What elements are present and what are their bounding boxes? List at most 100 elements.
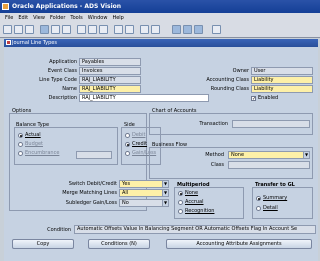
radio-selected-icon <box>18 132 23 138</box>
paste-icon[interactable] <box>99 25 108 34</box>
multiperiod-accrual-radio[interactable]: Accrual <box>178 199 204 205</box>
radio-icon <box>18 150 23 156</box>
event-class-field[interactable]: Invoices <box>79 67 141 75</box>
copy-button[interactable]: Copy <box>12 239 74 249</box>
menu-view[interactable]: View <box>33 15 45 21</box>
switch-debit-credit-select[interactable]: Yes ▼ <box>119 180 169 188</box>
menu-edit[interactable]: Edit <box>18 15 28 21</box>
side-credit-label: Credit <box>132 141 148 147</box>
multiperiod-none-label: None <box>185 190 199 196</box>
menu-bar: File Edit View Folder Tools Window Help <box>0 13 320 22</box>
enabled-checkbox[interactable]: ✓ Enabled <box>251 95 278 101</box>
subledger-gain-loss-label: Subledger Gain/Loss <box>65 200 117 206</box>
menu-window[interactable]: Window <box>88 15 108 21</box>
chevron-down-icon[interactable]: ▼ <box>162 190 168 196</box>
zoom-icon[interactable] <box>151 25 160 34</box>
encumbrance-type-field[interactable] <box>76 151 112 159</box>
radio-icon <box>125 132 130 138</box>
print-icon[interactable] <box>51 25 60 34</box>
rounding-class-field[interactable]: Liability <box>251 85 313 93</box>
enabled-label: Enabled <box>258 95 279 101</box>
balance-budget-radio[interactable]: Budget <box>18 141 43 147</box>
chevron-down-icon[interactable]: ▼ <box>162 181 168 187</box>
delete-record-icon[interactable] <box>125 25 134 34</box>
owner-label: Owner <box>232 68 249 74</box>
balance-budget-label: Budget <box>25 141 43 147</box>
radio-icon <box>178 208 183 214</box>
balance-actual-radio[interactable]: Actual <box>18 132 41 138</box>
close-form-icon[interactable] <box>62 25 71 34</box>
accounting-class-label: Accounting Class <box>206 77 249 83</box>
subledger-gain-loss-value: No <box>122 200 129 206</box>
transfer-detail-label: Detail <box>263 205 278 211</box>
conditions-button[interactable]: Conditions (N) <box>88 239 150 249</box>
navigator-icon[interactable] <box>25 25 34 34</box>
condition-field[interactable]: Automatic Offsets Value In Balancing Seg… <box>74 225 316 234</box>
copy-icon[interactable] <box>88 25 97 34</box>
merge-matching-lines-value: All <box>122 190 129 196</box>
accounting-attribute-assignments-button[interactable]: Accounting Attribute Assignments <box>166 239 312 249</box>
description-field[interactable]: RAJ_LIABILITY <box>79 94 209 102</box>
line-type-code-label: Line Type Code <box>39 77 77 83</box>
menu-folder[interactable]: Folder <box>50 15 65 21</box>
side-credit-radio[interactable]: Credit <box>125 141 147 147</box>
balance-encumbrance-label: Encumbrance <box>25 150 60 156</box>
checkmark-icon: ✓ <box>251 95 257 102</box>
merge-matching-lines-label: Merge Matching Lines <box>62 190 117 196</box>
form-icon <box>6 40 11 45</box>
transaction-field[interactable] <box>232 120 310 128</box>
multiperiod-none-radio[interactable]: None <box>178 190 198 196</box>
menu-file[interactable]: File <box>5 15 13 21</box>
application-field[interactable]: Payables <box>79 58 141 66</box>
side-debit-radio[interactable]: Debit <box>125 132 145 138</box>
radio-icon <box>256 205 261 211</box>
condition-label: Condition <box>47 227 71 233</box>
switch-debit-credit-value: Yes <box>122 181 131 187</box>
business-flow-class-field[interactable] <box>228 161 310 169</box>
owner-field[interactable]: User <box>251 67 313 75</box>
translations-icon[interactable] <box>172 25 181 34</box>
find-icon[interactable] <box>14 25 23 34</box>
balance-encumbrance-radio[interactable]: Encumbrance <box>18 150 59 156</box>
radio-icon <box>125 150 130 156</box>
cut-icon[interactable] <box>77 25 86 34</box>
form-titlebar: Journal Line Types <box>4 39 318 47</box>
name-field[interactable]: RAJ_LIABILITY <box>79 85 141 93</box>
radio-selected-icon <box>256 195 261 201</box>
radio-icon <box>178 199 183 205</box>
new-icon[interactable] <box>3 25 12 34</box>
event-class-label: Event Class <box>47 68 77 74</box>
application-label: Application <box>49 59 77 65</box>
name-label: Name <box>62 86 77 92</box>
help-icon[interactable] <box>212 25 221 34</box>
chevron-down-icon[interactable]: ▼ <box>303 152 309 158</box>
clear-record-icon[interactable] <box>114 25 123 34</box>
merge-matching-lines-select[interactable]: All ▼ <box>119 189 169 197</box>
switch-debit-credit-label: Switch Debit/Credit <box>68 181 117 187</box>
save-icon[interactable] <box>40 25 49 34</box>
form-title: Journal Line Types <box>12 40 57 46</box>
transfer-detail-radio[interactable]: Detail <box>256 205 278 211</box>
oracle-app-icon <box>2 3 9 10</box>
chevron-down-icon[interactable]: ▼ <box>162 200 168 206</box>
attachments-icon[interactable] <box>183 25 192 34</box>
accounting-class-field[interactable]: Liability <box>251 76 313 84</box>
folder-tools-icon[interactable] <box>194 25 203 34</box>
transfer-summary-radio[interactable]: Summary <box>256 195 287 201</box>
menu-tools[interactable]: Tools <box>70 15 82 21</box>
transfer-to-gl-group <box>252 187 313 219</box>
business-flow-method-select[interactable]: None ▼ <box>228 151 310 159</box>
transfer-summary-label: Summary <box>263 195 288 201</box>
line-type-code-field[interactable]: RAJ_LIABILITY <box>79 76 141 84</box>
toolbar <box>0 22 320 38</box>
multiperiod-recognition-radio[interactable]: Recognition <box>178 208 214 214</box>
business-flow-method-value: None <box>231 152 245 158</box>
menu-help[interactable]: Help <box>112 15 123 21</box>
radio-icon <box>18 141 23 147</box>
edit-field-icon[interactable] <box>140 25 149 34</box>
business-flow-method-label: Method <box>205 152 224 158</box>
radio-selected-icon <box>178 190 183 196</box>
balance-actual-label: Actual <box>25 132 41 138</box>
subledger-gain-loss-select[interactable]: No ▼ <box>119 199 169 207</box>
window-title: Oracle Applications - ADS Vision <box>12 3 122 10</box>
